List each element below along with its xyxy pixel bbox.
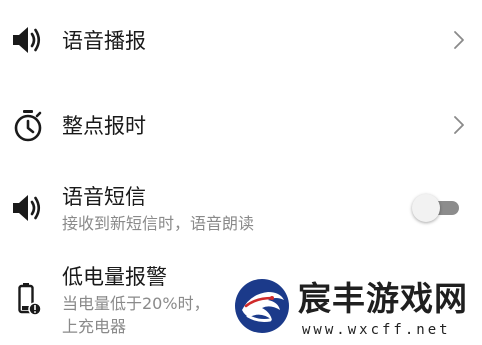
setting-row-hourly-chime[interactable]: 整点报时 — [0, 84, 482, 168]
setting-title: 语音播报 — [62, 29, 146, 53]
stopwatch-icon — [10, 108, 46, 144]
setting-title: 低电量报警 — [62, 265, 167, 289]
low-battery-icon — [10, 282, 46, 318]
voice-sms-toggle[interactable] — [412, 194, 462, 222]
chevron-right-icon — [451, 113, 467, 137]
speaker-icon — [10, 190, 46, 226]
watermark-url: www.wxcff.net — [302, 322, 451, 338]
settings-page: 语音播报 整点报时 语音短信 接收到新短信时，语音朗读 低电量报警 当电量低于2… — [0, 0, 482, 345]
setting-subtitle-line1: 当电量低于20%时， — [62, 294, 210, 313]
setting-row-voice-sms: 语音短信 接收到新短信时，语音朗读 — [0, 168, 482, 254]
watermark: 宸丰游戏网 www.wxcff.net — [232, 268, 482, 345]
chevron-right-icon — [451, 28, 467, 52]
setting-subtitle-line2: 上充电器 — [62, 317, 127, 336]
setting-title: 语音短信 — [62, 185, 146, 209]
watermark-name: 宸丰游戏网 — [298, 279, 468, 318]
setting-row-voice-broadcast[interactable]: 语音播报 — [0, 0, 482, 84]
speaker-icon — [10, 22, 46, 58]
setting-subtitle: 接收到新短信时，语音朗读 — [62, 214, 255, 233]
toggle-knob — [412, 194, 440, 222]
setting-title: 整点报时 — [62, 114, 146, 138]
dragon-logo-icon — [232, 276, 292, 336]
